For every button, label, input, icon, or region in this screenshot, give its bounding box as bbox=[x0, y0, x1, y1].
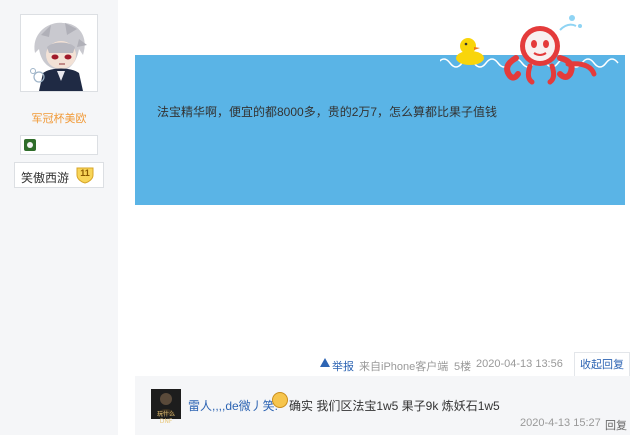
level-number: 11 bbox=[80, 168, 90, 178]
reply-text: 确实 我们区法宝1w5 果子9k 炼妖石1w5 bbox=[289, 399, 500, 413]
post-text: 法宝精华啊，便宜的都8000多，贵的2万7，怎么算都比果子值钱 bbox=[157, 105, 498, 119]
reply-avatar-caption: 玩什么DNF bbox=[156, 411, 175, 425]
bubble-decoration-duck-octopus bbox=[440, 15, 620, 88]
avatar-illustration bbox=[21, 15, 97, 91]
medal-icon[interactable] bbox=[24, 139, 36, 151]
author-username[interactable]: 军冠杯美欧 bbox=[10, 110, 108, 126]
author-medal-bar bbox=[20, 135, 98, 155]
reply-username[interactable]: 雷人,,,,de微丿笑: bbox=[188, 397, 278, 414]
post-time: 2020-04-13 13:56 bbox=[476, 358, 563, 370]
report-link[interactable]: 举报 bbox=[332, 358, 354, 374]
author-avatar[interactable] bbox=[20, 14, 98, 92]
collapse-replies-button[interactable]: 收起回复 bbox=[574, 352, 630, 376]
laughing-emoji-icon bbox=[272, 392, 288, 408]
post-source: 来自iPhone客户端 bbox=[359, 361, 449, 373]
warning-icon bbox=[320, 358, 330, 367]
level-title: 笑傲西游 bbox=[21, 171, 70, 185]
post-floor: 5楼 bbox=[454, 361, 472, 373]
reply-button[interactable]: 回复 bbox=[605, 417, 627, 433]
reply-time: 2020-4-13 15:27 bbox=[520, 417, 601, 429]
author-level-badge[interactable]: 笑傲西游 11 bbox=[14, 162, 104, 188]
